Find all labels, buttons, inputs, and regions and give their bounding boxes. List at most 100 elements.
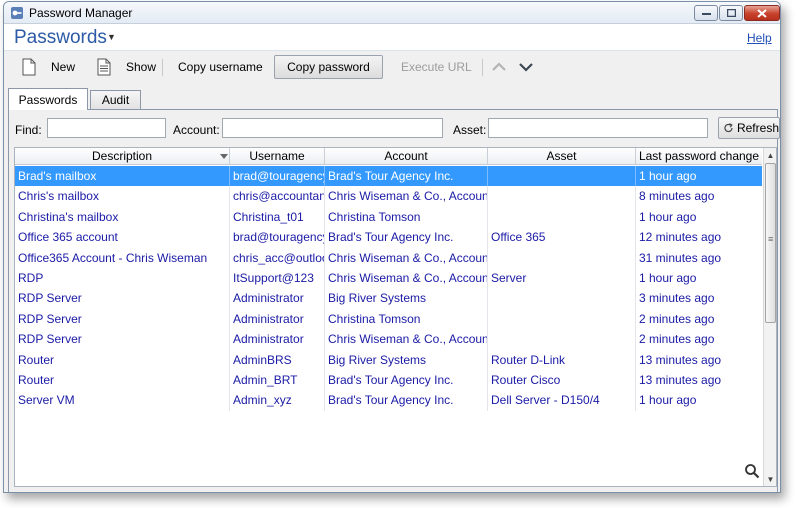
column-header-label: Description bbox=[91, 149, 153, 163]
move-down-button[interactable] bbox=[518, 55, 534, 79]
table-row[interactable]: Router AdminBRS Big River Systems Router D-… bbox=[15, 349, 762, 370]
header: Passwords ▼ Help bbox=[4, 24, 780, 50]
cell-asset: Router D-Link bbox=[488, 349, 636, 370]
cell-asset bbox=[488, 329, 636, 350]
cell-username: Administrator bbox=[230, 288, 325, 309]
refresh-icon bbox=[724, 123, 733, 133]
cell-last-password-change: 1 hour ago bbox=[639, 209, 697, 224]
maximize-icon bbox=[726, 9, 736, 17]
vertical-scrollbar[interactable]: ▲ ≡ ▼ bbox=[763, 148, 776, 486]
cell-account: Chris Wiseman & Co., Accountar bbox=[325, 186, 488, 207]
tab-passwords-label: Passwords bbox=[18, 92, 78, 107]
page-heading[interactable]: Passwords bbox=[14, 27, 107, 49]
cell-account: Brad's Tour Agency Inc. bbox=[325, 166, 488, 187]
cell-username: ItSupport@123 bbox=[230, 268, 325, 289]
cell-account: Christina Tomson bbox=[325, 308, 488, 330]
execute-url-button[interactable]: Execute URL bbox=[401, 55, 472, 79]
maximize-button[interactable] bbox=[719, 5, 743, 21]
window-title: Password Manager bbox=[29, 6, 133, 20]
cell-asset bbox=[488, 186, 636, 207]
cell-username: chris_acc@outloo bbox=[230, 247, 325, 268]
show-button-label: Show bbox=[126, 60, 157, 74]
cell-last-password-change: 13 minutes ago bbox=[639, 352, 722, 367]
tab-audit-label: Audit bbox=[101, 93, 130, 107]
help-link[interactable]: Help bbox=[747, 31, 772, 45]
table-row[interactable]: RDP Server Administrator Big River Systems… bbox=[15, 288, 762, 309]
copy-password-button[interactable]: Copy password bbox=[274, 55, 383, 79]
cell-username: Christina_t01 bbox=[230, 206, 325, 228]
execute-url-label: Execute URL bbox=[401, 60, 472, 74]
new-document-icon bbox=[22, 58, 36, 76]
chevron-down-icon bbox=[519, 63, 533, 72]
cell-description: Office365 Account - Chris Wiseman bbox=[15, 247, 230, 268]
cell-asset bbox=[488, 308, 636, 330]
cell-username: Admin_BRT bbox=[230, 370, 325, 391]
column-header-label: Account bbox=[384, 149, 428, 163]
new-button-label: New bbox=[51, 60, 76, 74]
cell-asset: Router Cisco bbox=[488, 370, 636, 391]
table-row[interactable]: RDP Server Administrator Christina Tomson 2… bbox=[15, 308, 762, 330]
copy-username-button[interactable]: Copy username bbox=[178, 55, 263, 79]
account-filter-input[interactable] bbox=[222, 118, 443, 138]
column-header-description[interactable]: Description bbox=[15, 148, 230, 165]
cell-username: brad@touragency. bbox=[230, 166, 325, 187]
table-row[interactable]: RDP ItSupport@123 Chris Wiseman & Co., Acc… bbox=[15, 268, 762, 289]
cell-username: Administrator bbox=[230, 329, 325, 350]
search-icon[interactable] bbox=[744, 463, 760, 479]
cell-username: Administrator bbox=[230, 308, 325, 330]
refresh-label: Refresh bbox=[736, 121, 779, 135]
heading-dropdown-icon[interactable]: ▼ bbox=[107, 32, 116, 42]
chevron-up-icon bbox=[492, 62, 506, 71]
cell-username: Admin_xyz bbox=[230, 390, 325, 411]
cell-last-password-change: 3 minutes ago bbox=[639, 291, 715, 306]
grid-header: Description Username Account Asset Last … bbox=[15, 148, 762, 165]
cell-username: chris@accountant bbox=[230, 186, 325, 207]
move-up-button[interactable] bbox=[491, 55, 507, 79]
cell-asset bbox=[488, 166, 636, 187]
scrollbar-thumb[interactable]: ≡ bbox=[765, 163, 776, 323]
cell-description: RDP Server bbox=[15, 329, 230, 350]
tab-strip: Passwords Audit bbox=[8, 88, 778, 110]
find-input[interactable] bbox=[47, 118, 166, 138]
column-header-username[interactable]: Username bbox=[230, 148, 325, 165]
asset-filter-input[interactable] bbox=[488, 118, 708, 138]
refresh-button[interactable]: Refresh bbox=[718, 117, 780, 139]
table-row[interactable]: Brad's mailbox brad@touragency. Brad's Tou… bbox=[15, 166, 762, 187]
cell-account: Big River Systems bbox=[325, 349, 488, 370]
table-row[interactable]: RDP Server Administrator Chris Wiseman & C… bbox=[15, 329, 762, 350]
table-row[interactable]: Router Admin_BRT Brad's Tour Agency Inc. Ro… bbox=[15, 370, 762, 391]
scroll-down-arrow-icon[interactable]: ▼ bbox=[764, 472, 776, 486]
tab-passwords[interactable]: Passwords bbox=[8, 88, 88, 110]
passwords-grid: Description Username Account Asset Last … bbox=[14, 147, 777, 487]
scroll-up-arrow-icon[interactable]: ▲ bbox=[764, 148, 776, 162]
sort-descending-icon bbox=[220, 154, 228, 159]
cell-last-password-change: 13 minutes ago bbox=[639, 373, 722, 387]
table-row[interactable]: Christina's mailbox Christina_t01 Christin… bbox=[15, 206, 762, 228]
title-bar[interactable]: Password Manager bbox=[4, 2, 780, 24]
password-manager-window: Password Manager Passwords ▼ Help New Sh… bbox=[3, 1, 781, 493]
copy-password-label: Copy password bbox=[287, 60, 370, 74]
cell-account: Brad's Tour Agency Inc. bbox=[325, 370, 488, 391]
account-label: Account: bbox=[173, 123, 220, 137]
find-label: Find: bbox=[15, 123, 42, 137]
table-row[interactable]: Server VM Admin_xyz Brad's Tour Agency Inc… bbox=[15, 390, 762, 411]
minimize-button[interactable] bbox=[694, 5, 718, 21]
cell-description: Brad's mailbox bbox=[15, 166, 230, 187]
new-button[interactable]: New bbox=[21, 55, 75, 79]
table-row[interactable]: Office 365 account brad@touragency. Brad's… bbox=[15, 227, 762, 248]
show-button[interactable]: Show bbox=[96, 55, 156, 79]
close-button[interactable] bbox=[744, 5, 780, 21]
cell-description: RDP Server bbox=[15, 288, 230, 309]
cell-last-password-change: 2 minutes ago bbox=[639, 332, 715, 347]
toolbar: New Show Copy username Copy password Exe… bbox=[4, 50, 780, 83]
column-header-account[interactable]: Account bbox=[325, 148, 488, 165]
table-row[interactable]: Office365 Account - Chris Wiseman chris_a… bbox=[15, 247, 762, 268]
cell-account: Chris Wiseman & Co., Accountar bbox=[325, 268, 488, 289]
table-row[interactable]: Chris's mailbox chris@accountant Chris Wis… bbox=[15, 186, 762, 207]
cell-description: Server VM bbox=[15, 390, 230, 411]
column-header-asset[interactable]: Asset bbox=[488, 148, 636, 165]
cell-account: Chris Wiseman & Co., Accountar bbox=[325, 247, 488, 268]
tab-audit[interactable]: Audit bbox=[90, 90, 141, 109]
cell-account: Brad's Tour Agency Inc. bbox=[325, 227, 488, 248]
column-header-last-password-change[interactable]: Last password change bbox=[636, 148, 762, 165]
